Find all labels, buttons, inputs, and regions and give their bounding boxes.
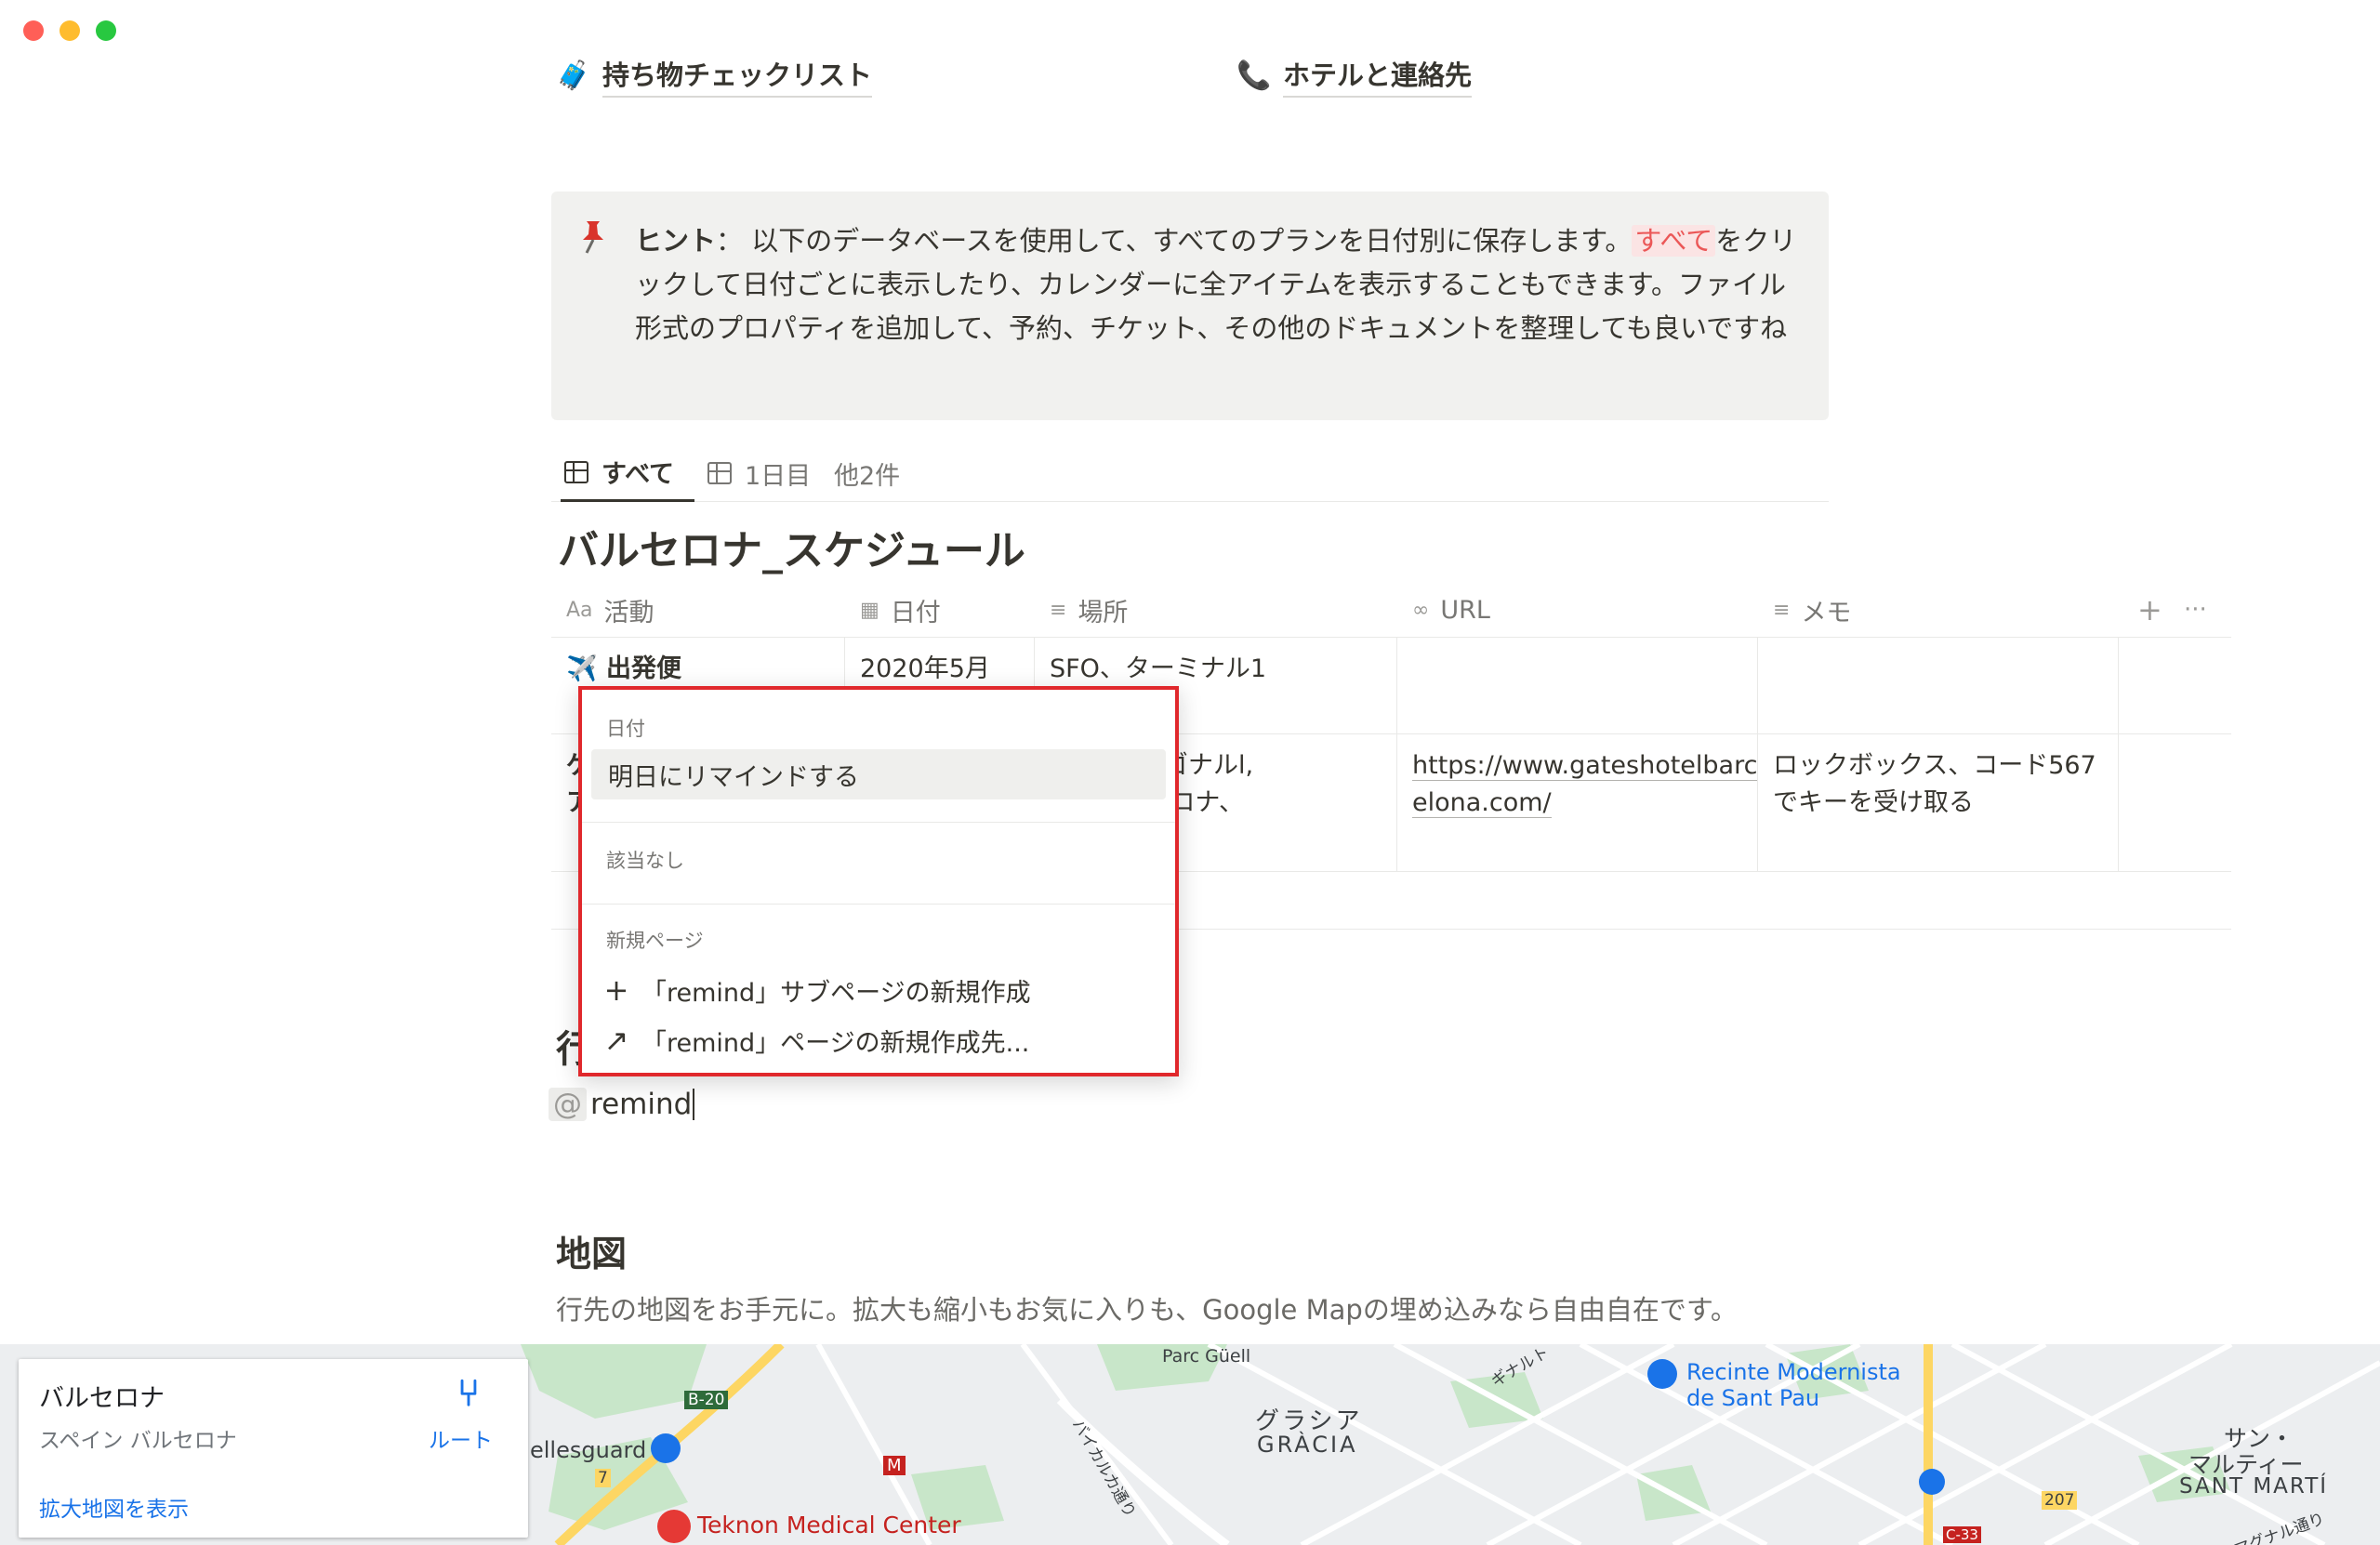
column-header-date[interactable]: ▦ 日付 — [845, 582, 1035, 638]
text-lines-icon: ≡ — [1050, 598, 1067, 622]
callout-text-before: ： 以下のデータベースを使用して、すべてのプランを日付別に保存します。 — [716, 225, 1633, 257]
map-road-b20: B-20 — [684, 1391, 729, 1409]
callout-bold-label: ヒント — [635, 225, 717, 257]
add-column-button[interactable]: + — [2122, 582, 2169, 638]
column-label: URL — [1440, 595, 1490, 625]
mention-input[interactable]: @ remind — [549, 1084, 695, 1125]
database-title: バルセロナ_スケジュール — [558, 527, 1025, 574]
column-header-activity[interactable]: Aa 活動 — [551, 582, 845, 638]
link-label: 持ち物チェックリスト — [602, 54, 873, 98]
cell-memo[interactable]: ロックボックス、コード567 でキーを受け取る — [1758, 734, 2119, 871]
tab-label: 他2件 — [834, 461, 901, 491]
column-label: メモ — [1801, 598, 1852, 627]
table-icon — [707, 462, 732, 484]
cell-memo[interactable] — [1758, 638, 2119, 733]
section-label-no-match: 該当なし — [606, 850, 684, 872]
more-options-button[interactable]: ··· — [2169, 582, 2225, 638]
section-label-date: 日付 — [606, 718, 645, 740]
menu-divider — [582, 904, 1175, 905]
map-label-parc-guell: Parc Güell — [1162, 1346, 1251, 1367]
text-caret — [693, 1089, 695, 1120]
map-place-card: バルセロナ スペイン バルセロナ ⑂ ルート 拡大地図を表示 — [19, 1359, 528, 1538]
directions-link[interactable]: ルート — [429, 1422, 493, 1454]
place-name: バルセロナ — [39, 1384, 165, 1413]
luggage-icon: 🧳 — [556, 59, 591, 92]
link-packing-checklist[interactable]: 🧳 持ち物チェックリスト — [556, 54, 873, 98]
link-icon: ∞ — [1412, 598, 1430, 622]
callout-highlight: すべて — [1632, 225, 1716, 257]
tab-label: 1日目 — [745, 461, 812, 491]
column-label: 日付 — [890, 598, 941, 627]
minimize-window-button[interactable] — [60, 20, 80, 41]
link-hotel-contacts[interactable]: 📞 ホテルと連絡先 — [1236, 54, 1473, 98]
arrow-up-right-icon: ↗ — [603, 1023, 629, 1058]
menu-divider — [582, 822, 1175, 823]
calendar-icon: ▦ — [860, 598, 879, 622]
create-subpage-option[interactable]: + 「remind」サブページの新規作成 — [591, 967, 1166, 1013]
remind-tomorrow-option[interactable]: 明日にリマインドする — [591, 749, 1166, 799]
map-label-gracia: GRÀCIA — [1257, 1432, 1358, 1458]
url-link-line2[interactable]: elona.com/ — [1412, 788, 1552, 818]
map-label-sant-marti: SANT MARTÍ — [2179, 1474, 2329, 1499]
tab-label: すべて — [602, 460, 675, 489]
column-label: 場所 — [1078, 598, 1129, 627]
map-section-heading: 地図 — [556, 1234, 628, 1274]
plus-icon: + — [603, 972, 629, 1008]
column-label: 活動 — [603, 598, 654, 627]
map-section-description: 行先の地図をお手元に。拡大も縮小もお気に入りも、Google Mapの埋め込みな… — [556, 1294, 1738, 1326]
mention-suggestion-menu: 日付 明日にリマインドする 該当なし 新規ページ + 「remind」サブページ… — [578, 686, 1179, 1076]
text-lines-icon: ≡ — [1773, 598, 1791, 622]
at-symbol: @ — [549, 1088, 587, 1121]
zoom-window-button[interactable] — [96, 20, 116, 41]
map-label-bellesguard: ellesguard — [530, 1437, 647, 1463]
view-tabs: すべて 1日目 他2件 — [551, 444, 1829, 502]
link-label: ホテルと連絡先 — [1283, 54, 1473, 98]
close-window-button[interactable] — [23, 20, 44, 41]
tab-more[interactable]: 他2件 — [834, 444, 900, 502]
column-header-place[interactable]: ≡ 場所 — [1035, 582, 1397, 638]
map-label-recinte-line1: Recinte Modernista — [1686, 1359, 1901, 1385]
cell-memo-line1: ロックボックス、コード567 — [1773, 751, 2096, 780]
section-label-new-page: 新規ページ — [606, 930, 704, 952]
callout-text: ヒント： 以下のデータベースを使用して、すべてのプランを日付別に保存します。 すべ… — [635, 219, 1806, 350]
map-label-teknon: Teknon Medical Center — [697, 1512, 961, 1538]
table-header: Aa 活動 ▦ 日付 ≡ 場所 ∞ URL ≡ メモ + ··· — [551, 582, 2231, 638]
mention-query: remind — [590, 1088, 693, 1121]
tab-all[interactable]: すべて — [561, 444, 694, 502]
option-label: 「remind」ページの新規作成先... — [641, 1028, 1030, 1058]
directions-icon[interactable]: ⑂ — [457, 1372, 480, 1415]
column-header-memo[interactable]: ≡ メモ — [1758, 582, 2119, 638]
place-subtitle: スペイン バルセロナ — [39, 1429, 237, 1453]
view-larger-map-link[interactable]: 拡大地図を表示 — [39, 1491, 189, 1523]
map-road-7: 7 — [595, 1469, 611, 1487]
pushpin-icon — [577, 219, 609, 263]
text-property-icon: Aa — [566, 598, 593, 622]
column-header-url[interactable]: ∞ URL — [1397, 582, 1758, 638]
phone-icon: 📞 — [1236, 59, 1272, 92]
map-label-recinte-line2: de Sant Pau — [1686, 1385, 1820, 1411]
tab-day1[interactable]: 1日目 — [707, 444, 811, 502]
hint-callout: ヒント： 以下のデータベースを使用して、すべてのプランを日付別に保存します。 すべ… — [551, 191, 1829, 420]
cell-url[interactable]: https://www.gateshotelbarc elona.com/ — [1397, 734, 1758, 871]
embedded-google-map[interactable]: Parc Güell グラシア GRÀCIA Recinte Modernist… — [0, 1344, 2380, 1545]
option-label: 「remind」サブページの新規作成 — [641, 978, 1031, 1008]
create-page-in-option[interactable]: ↗ 「remind」ページの新規作成先... — [591, 1017, 1166, 1063]
table-icon — [564, 460, 588, 483]
map-road-c33: C-33 — [1943, 1526, 1981, 1543]
cell-memo-line2: でキーを受け取る — [1773, 788, 1974, 817]
cell-url[interactable] — [1397, 638, 1758, 733]
map-road-207: 207 — [2042, 1491, 2078, 1510]
metro-icon: M — [883, 1456, 906, 1475]
url-link-line1[interactable]: https://www.gateshotelbarc — [1412, 751, 1757, 781]
